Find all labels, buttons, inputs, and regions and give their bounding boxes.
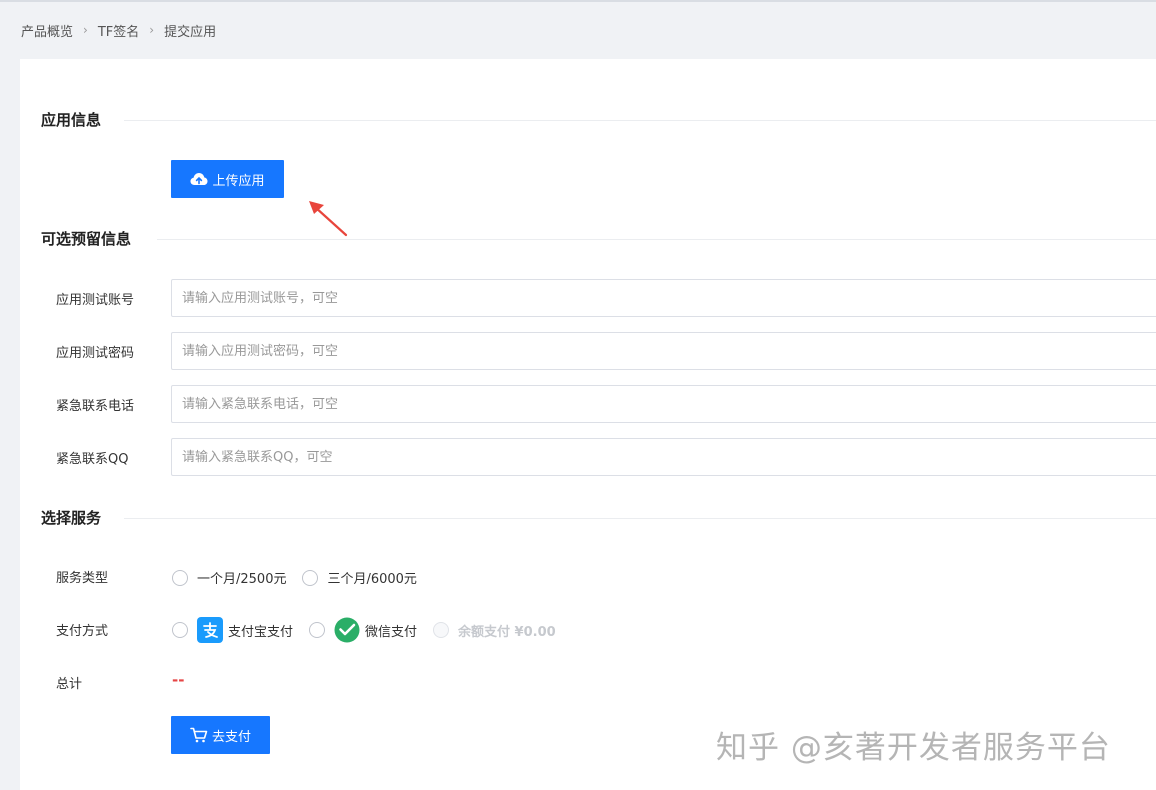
radio-circle[interactable]: [172, 569, 188, 586]
payment-option-label: 支付宝支付: [228, 624, 294, 640]
breadcrumb-item-overview[interactable]: 产品概览: [21, 21, 73, 40]
test-account-input[interactable]: [171, 279, 1156, 317]
radio-circle: [433, 622, 450, 638]
radio-circle[interactable]: [309, 622, 326, 638]
service-type-label: 服务类型: [56, 571, 109, 586]
chevron-right-icon: ›: [83, 23, 88, 37]
section-divider: [157, 239, 1156, 240]
test-account-label: 应用测试账号: [56, 293, 135, 308]
section-title-service: 选择服务: [41, 509, 102, 527]
main-card: 应用信息 上传应用 可选预留信息 应用测试账号 应用测试密码 紧急联系电话 紧急…: [20, 59, 1156, 790]
section-divider: [124, 518, 1156, 519]
top-edge: [0, 0, 1156, 2]
test-password-label: 应用测试密码: [56, 346, 135, 361]
service-option-three-months[interactable]: 三个月/6000元: [302, 568, 417, 587]
test-password-input[interactable]: [171, 332, 1156, 370]
payment-option-balance: 余额支付 ¥0.00: [433, 621, 556, 640]
payment-method-label: 支付方式: [56, 624, 109, 639]
upload-app-button-label: 上传应用: [212, 173, 265, 189]
emergency-qq-label: 紧急联系QQ: [56, 452, 129, 467]
upload-app-button[interactable]: 上传应用: [171, 160, 284, 198]
service-type-radio-group: 一个月/2500元 三个月/6000元: [172, 568, 433, 587]
total-value: --: [172, 671, 185, 689]
go-pay-button-label: 去支付: [211, 729, 251, 745]
chevron-right-icon: ›: [149, 23, 155, 37]
section-title-optional-info: 可选预留信息: [41, 230, 132, 248]
radio-circle[interactable]: [172, 622, 188, 638]
emergency-qq-input[interactable]: [171, 438, 1156, 476]
service-option-label: 一个月/2500元: [197, 572, 287, 587]
watermark: 知乎 @亥著开发者服务平台: [716, 730, 1111, 766]
payment-option-wechat[interactable]: 微信支付: [309, 617, 417, 643]
go-pay-button[interactable]: 去支付: [171, 716, 270, 754]
section-title-app-info: 应用信息: [41, 111, 102, 129]
breadcrumb-item-submit-app: 提交应用: [164, 24, 217, 40]
breadcrumb-item-tf-sign[interactable]: TF签名: [98, 21, 139, 40]
breadcrumb: 产品概览 › TF签名 › 提交应用: [21, 20, 216, 40]
payment-option-label: 余额支付 ¥0.00: [458, 624, 556, 640]
section-divider: [124, 120, 1156, 121]
radio-circle[interactable]: [302, 569, 319, 586]
service-option-label: 三个月/6000元: [327, 572, 417, 587]
service-option-one-month[interactable]: 一个月/2500元: [172, 568, 286, 587]
payment-option-label: 微信支付: [365, 624, 418, 640]
total-label: 总计: [56, 677, 83, 692]
annotation-arrow-icon: [309, 201, 348, 237]
payment-method-radio-group: 支付宝支付 微信支付 余额支付 ¥0.00: [172, 617, 572, 643]
alipay-icon: [197, 617, 223, 643]
shopping-cart-icon: [190, 727, 208, 743]
wechat-pay-icon: [334, 617, 361, 643]
emergency-phone-input[interactable]: [171, 385, 1156, 423]
payment-option-alipay[interactable]: 支付宝支付: [172, 617, 293, 643]
cloud-upload-icon: [190, 173, 208, 185]
emergency-phone-label: 紧急联系电话: [56, 399, 135, 414]
